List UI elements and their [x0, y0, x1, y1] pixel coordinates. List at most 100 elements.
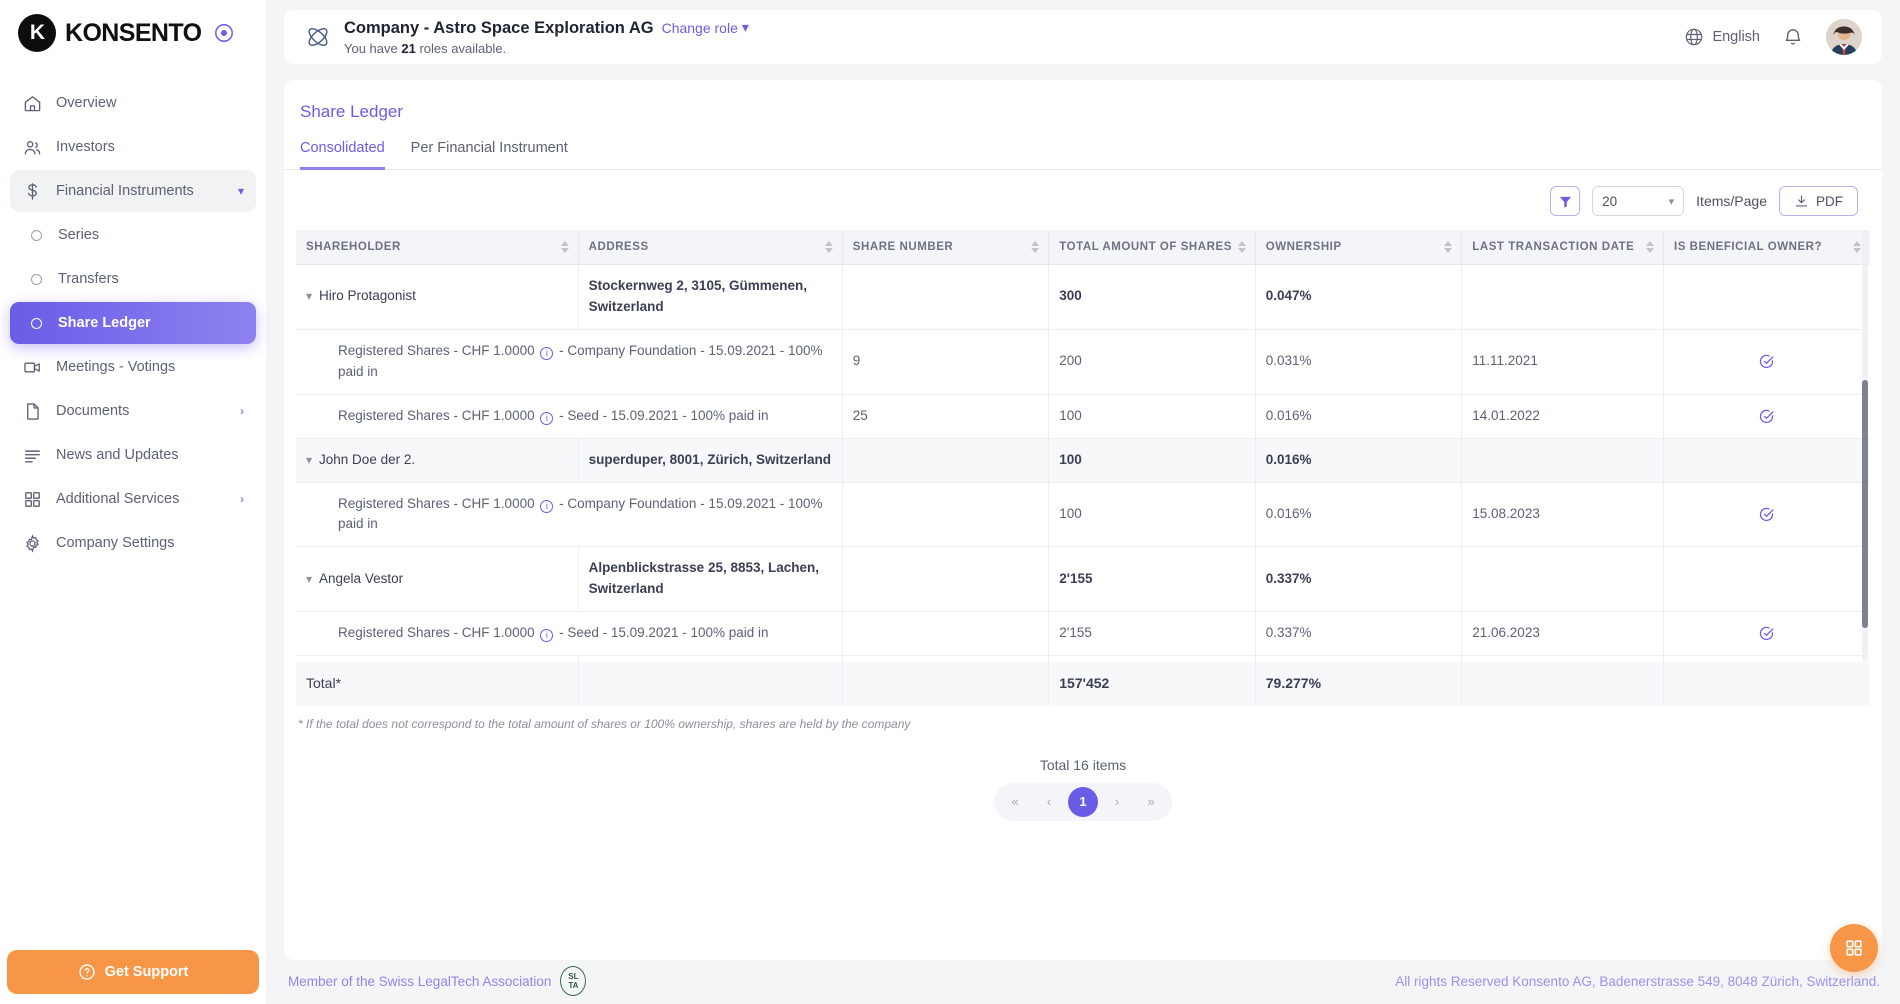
instrument-row[interactable]: Registered Shares - CHF 1.0000 i - Compa…: [296, 482, 1870, 548]
expand-toggle-icon[interactable]: ▾: [306, 287, 312, 306]
roles-available-text: You have 21 roles available.: [344, 41, 749, 56]
cell-share-number: [842, 655, 1050, 662]
pagination-page-1[interactable]: 1: [1068, 786, 1098, 817]
items-per-page-select[interactable]: 20 ▾: [1592, 186, 1685, 216]
table-scroll-region[interactable]: SHAREHOLDER ADDRESS SHARE NUMBER TOTAL A…: [296, 230, 1870, 662]
instrument-row[interactable]: Registered Shares - CHF 1.0000 i - Seed …: [296, 611, 1870, 657]
sidebar-item-meetings-votings[interactable]: Meetings - Votings: [10, 346, 256, 388]
sidebar-item-company-settings[interactable]: Company Settings: [10, 522, 256, 564]
expand-toggle-icon[interactable]: ▾: [306, 451, 312, 470]
sort-icon[interactable]: [1645, 241, 1654, 253]
export-pdf-button[interactable]: PDF: [1779, 186, 1858, 216]
sidebar-item-share-ledger[interactable]: Share Ledger: [10, 302, 256, 344]
sidebar-item-news-and-updates[interactable]: News and Updates: [10, 434, 256, 476]
cell-shareholder[interactable]: ▾Megatech Ventures Ltd.: [296, 655, 579, 662]
apps-fab-button[interactable]: [1830, 924, 1878, 972]
column-label: IS BENEFICIAL OWNER?: [1673, 241, 1823, 253]
scrollbar-thumb[interactable]: [1862, 380, 1868, 628]
swiss-legaltech-association[interactable]: Member of the Swiss LegalTech Associatio…: [288, 966, 587, 996]
cell-beneficial-owner: [1663, 394, 1870, 439]
sidebar-item-label: Company Settings: [56, 535, 175, 551]
cell-share-number: 9: [842, 329, 1050, 395]
info-icon[interactable]: i: [540, 629, 554, 643]
pagination-next-button[interactable]: ›: [1102, 787, 1132, 817]
cell-share-number: 25: [842, 394, 1050, 439]
roles-count: 21: [401, 40, 416, 56]
items-per-page-label: Items/Page: [1696, 193, 1767, 209]
pagination-last-button[interactable]: »: [1136, 787, 1166, 817]
avatar[interactable]: [1826, 19, 1862, 55]
sidebar-item-documents[interactable]: Documents ›: [10, 390, 256, 432]
column-header-address[interactable]: ADDRESS: [578, 230, 843, 265]
company-name: Company - Astro Space Exploration AG: [344, 18, 654, 37]
cell-last-date: [1461, 264, 1664, 330]
cell-total-shares: 300: [1048, 264, 1256, 330]
table-footnote: * If the total does not correspond to th…: [298, 716, 911, 731]
table-toolbar: 20 ▾ Items/Page PDF: [284, 170, 1882, 230]
cell-last-date: [1461, 546, 1664, 613]
table-total-row: Total* 157'452 79.277%: [296, 662, 1870, 706]
home-icon: [22, 93, 42, 113]
pagination-prev-button[interactable]: ‹: [1034, 787, 1064, 817]
instrument-row[interactable]: Registered Shares - CHF 1.0000 i - Seed …: [296, 394, 1870, 439]
instrument-row[interactable]: Registered Shares - CHF 1.0000 i - Compa…: [296, 329, 1870, 395]
app-logo[interactable]: K KONSENTO: [0, 0, 266, 52]
shareholder-row[interactable]: ▾Megatech Ventures Ltd.Seefeldstrasse 81…: [296, 655, 1870, 662]
share-ledger-card: Share Ledger Consolidated Per Financial …: [284, 80, 1882, 960]
change-role-button[interactable]: Change role ▾: [662, 19, 749, 36]
column-header-shareholder[interactable]: SHAREHOLDER: [296, 230, 579, 265]
shareholder-row[interactable]: ▾ John Doe der 2. superduper, 8001, Zürich…: [296, 438, 1870, 483]
beneficial-owner-check-icon: [1760, 627, 1774, 641]
sort-icon[interactable]: [560, 241, 569, 253]
column-label: ADDRESS: [588, 241, 649, 253]
cell-shareholder[interactable]: ▾ Hiro Protagonist: [296, 264, 579, 330]
top-bar-actions: English: [1684, 19, 1862, 55]
sidebar-item-overview[interactable]: Overview: [10, 82, 256, 124]
cell-beneficial-owner: [1663, 264, 1870, 330]
total-address: [578, 662, 843, 706]
notifications-bell-icon[interactable]: [1782, 26, 1804, 48]
sort-icon[interactable]: [1444, 241, 1453, 253]
sidebar-item-transfers[interactable]: Transfers: [10, 258, 256, 300]
company-block: Company - Astro Space Exploration AG Cha…: [344, 19, 749, 56]
instrument-name-post: - Seed - 15.09.2021 - 100% paid in: [555, 625, 769, 641]
slta-badge-icon: SL TA: [560, 966, 587, 996]
column-header-share-number[interactable]: SHARE NUMBER: [842, 230, 1050, 265]
sidebar-item-investors[interactable]: Investors: [10, 126, 256, 168]
info-icon[interactable]: i: [540, 411, 554, 425]
tab-per-financial-instrument[interactable]: Per Financial Instrument: [411, 140, 568, 170]
expand-toggle-icon[interactable]: ▾: [306, 570, 312, 589]
main-navigation: Overview Investors Financial Instruments…: [0, 82, 266, 564]
get-support-button[interactable]: Get Support: [7, 950, 259, 994]
instrument-name-pre: Registered Shares - CHF 1.0000: [338, 495, 539, 511]
sidebar-item-additional-services[interactable]: Additional Services ›: [10, 478, 256, 520]
info-icon[interactable]: i: [540, 346, 554, 360]
sidebar-item-financial-instruments[interactable]: Financial Instruments ▾: [10, 170, 256, 212]
cell-beneficial-owner: [1663, 482, 1870, 548]
filter-button[interactable]: [1550, 186, 1581, 216]
instrument-name-pre: Registered Shares - CHF 1.0000: [338, 407, 539, 423]
info-icon[interactable]: i: [540, 499, 554, 513]
column-label: SHAREHOLDER: [306, 241, 401, 253]
sort-icon[interactable]: [824, 241, 833, 253]
pagination-first-button[interactable]: «: [1000, 787, 1030, 817]
sort-icon[interactable]: [1031, 241, 1040, 253]
gear-icon: [22, 533, 42, 553]
language-selector[interactable]: English: [1684, 27, 1760, 47]
column-header-total-amount-of-shares[interactable]: TOTAL AMOUNT OF SHARES: [1048, 230, 1256, 265]
tab-consolidated[interactable]: Consolidated: [300, 140, 385, 170]
cell-shareholder[interactable]: ▾ John Doe der 2.: [296, 438, 579, 483]
cell-shareholder[interactable]: ▾ Angela Vestor: [296, 546, 579, 613]
logo-mark-icon: K: [18, 14, 56, 52]
column-header-ownership[interactable]: OWNERSHIP: [1255, 230, 1463, 265]
shareholder-row[interactable]: ▾ Hiro Protagonist Stockernweg 2, 3105, Gü…: [296, 264, 1870, 330]
column-header-last-transaction-date[interactable]: LAST TRANSACTION DATE: [1461, 230, 1664, 265]
sort-icon[interactable]: [1853, 241, 1861, 253]
total-share-number: [842, 662, 1050, 706]
sort-icon[interactable]: [1237, 241, 1246, 253]
cell-instrument: Registered Shares - CHF 1.0000 i - Seed …: [296, 394, 843, 439]
cell-total-shares: 100: [1048, 438, 1256, 483]
sidebar-item-series[interactable]: Series: [10, 214, 256, 256]
shareholder-row[interactable]: ▾ Angela Vestor Alpenblickstrasse 25, 8853…: [296, 546, 1870, 613]
column-header-is-beneficial-owner[interactable]: IS BENEFICIAL OWNER?: [1663, 230, 1870, 265]
